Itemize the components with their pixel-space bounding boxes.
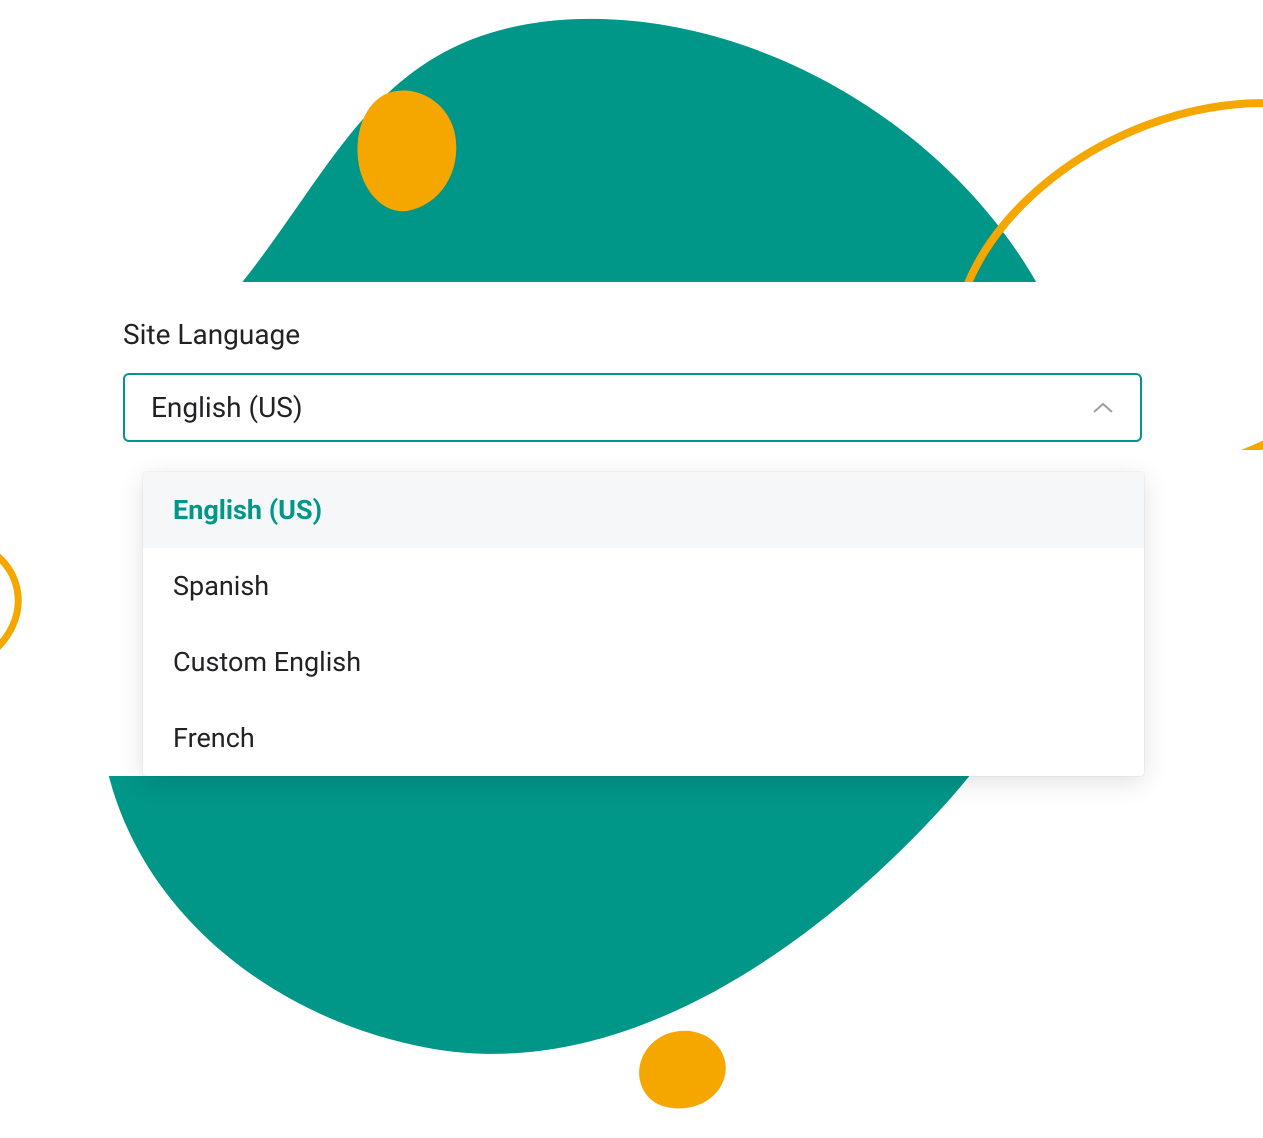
language-select-card: Site Language English (US) English (US) … [75,282,1190,776]
language-select[interactable]: English (US) [123,373,1142,442]
field-label: Site Language [123,318,1142,351]
language-dropdown: English (US) Spanish Custom English Fren… [143,472,1144,776]
dropdown-option-french[interactable]: French [143,700,1144,776]
decorative-arc-left [0,530,62,670]
language-select-value: English (US) [151,391,303,424]
decorative-orange-dot-top [347,82,466,218]
dropdown-option-spanish[interactable]: Spanish [143,548,1144,624]
chevron-up-icon [1092,401,1114,415]
decorative-orange-dot-bottom [631,1020,734,1119]
dropdown-option-english-us[interactable]: English (US) [143,472,1144,548]
dropdown-option-custom-english[interactable]: Custom English [143,624,1144,700]
